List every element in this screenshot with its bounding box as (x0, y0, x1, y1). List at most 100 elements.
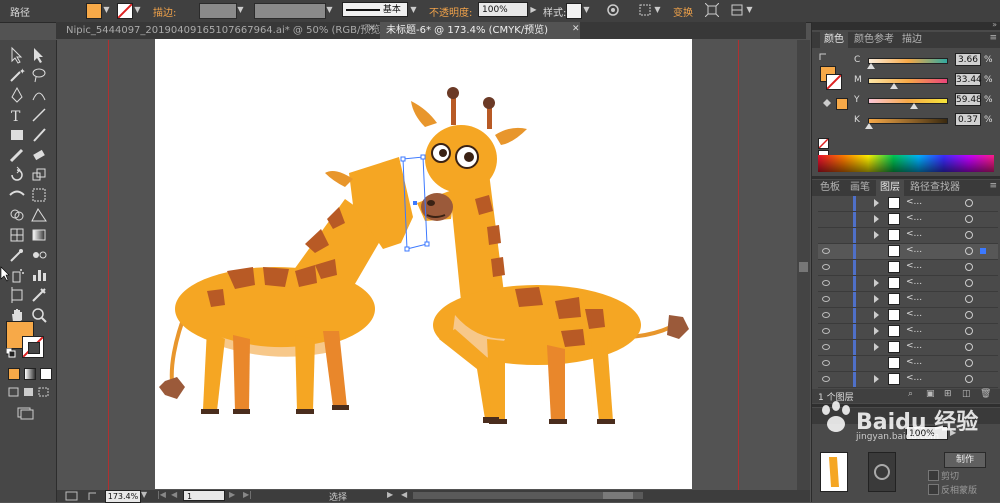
cyan-value[interactable]: 3.66 (955, 53, 981, 66)
expand-arrow-icon[interactable] (874, 199, 879, 207)
target-icon[interactable] (965, 215, 973, 223)
eye-icon[interactable] (822, 264, 830, 270)
graphic-style-swatch[interactable] (566, 3, 582, 19)
chevron-down-icon[interactable]: ▼ (409, 4, 418, 16)
yellow-slider[interactable] (868, 98, 948, 104)
artboard-number-field[interactable]: 1 (183, 490, 225, 501)
layer-row[interactable]: <... (818, 308, 998, 324)
paintbrush-tool-icon[interactable] (30, 126, 48, 144)
layer-row[interactable]: <... (818, 228, 998, 244)
panel-menu-icon[interactable]: ≡ (989, 181, 997, 191)
target-icon[interactable] (965, 231, 973, 239)
tab-pathfinder[interactable]: 路径查找器 (906, 180, 964, 196)
artboard-tool-icon[interactable] (8, 286, 26, 304)
swap-fill-stroke-icon[interactable] (818, 52, 830, 62)
rotate-tool-icon[interactable] (8, 166, 26, 184)
screen-mode-icon[interactable] (16, 406, 36, 420)
panel-collapse-strip[interactable]: » (812, 20, 1000, 30)
selection-tool-icon[interactable] (8, 46, 26, 64)
next-artboard-icon[interactable]: ▶ (229, 490, 235, 499)
eye-icon[interactable] (822, 376, 830, 382)
free-transform-tool-icon[interactable] (30, 186, 48, 204)
chevron-right-icon[interactable]: ▶ (529, 4, 538, 16)
expand-arrow-icon[interactable] (874, 311, 879, 319)
magenta-value[interactable]: 33.44 (955, 73, 982, 86)
expand-arrow-icon[interactable] (874, 279, 879, 287)
expand-arrow-icon[interactable] (874, 215, 879, 223)
close-icon[interactable]: ✕ (368, 24, 376, 34)
target-icon[interactable] (965, 343, 973, 351)
slider-thumb[interactable] (889, 83, 898, 89)
align-icon[interactable] (638, 3, 652, 17)
blend-tool-icon[interactable] (30, 246, 48, 264)
brush-definition-dropdown[interactable]: 基本 (342, 2, 408, 17)
tab-color[interactable]: 颜色 (820, 32, 848, 48)
clip-checkbox[interactable] (928, 470, 939, 481)
target-icon[interactable] (965, 279, 973, 287)
layer-row[interactable]: <... (818, 356, 998, 372)
variable-width-dropdown[interactable] (254, 3, 326, 19)
expand-arrow-icon[interactable] (874, 375, 879, 383)
target-icon[interactable] (965, 327, 973, 335)
artboard-nav-icon[interactable] (65, 491, 79, 501)
none-mode-button[interactable] (40, 368, 52, 380)
transform-link[interactable]: 变换 (673, 4, 693, 19)
layer-row[interactable]: <... (818, 276, 998, 292)
chevron-down-icon[interactable]: ▼ (236, 4, 245, 16)
isolate-icon[interactable] (705, 3, 719, 17)
vertical-scrollbar[interactable] (797, 40, 810, 492)
target-icon[interactable] (965, 375, 973, 383)
opacity-label[interactable]: 不透明度: (429, 4, 472, 19)
chevron-down-icon[interactable]: ▼ (745, 4, 754, 16)
target-icon[interactable] (965, 263, 973, 271)
chevron-down-icon[interactable]: ▼ (133, 4, 142, 16)
artboard[interactable] (155, 39, 692, 489)
color-mode-button[interactable] (8, 368, 20, 380)
scale-tool-icon[interactable] (30, 166, 48, 184)
line-tool-icon[interactable] (30, 106, 48, 124)
layer-row[interactable]: <... (818, 292, 998, 308)
scroll-left-icon[interactable]: ◀ (401, 490, 407, 499)
column-graph-tool-icon[interactable] (30, 266, 48, 284)
make-mask-button[interactable]: 制作 (944, 452, 986, 468)
layer-row-selected[interactable]: <... (818, 244, 998, 260)
stroke-label[interactable]: 描边: (153, 4, 176, 19)
none-swatch[interactable] (818, 138, 829, 149)
expand-arrow-icon[interactable] (874, 327, 879, 335)
eraser-tool-icon[interactable] (30, 146, 48, 164)
black-value[interactable]: 0.37 (955, 113, 981, 126)
eye-icon[interactable] (822, 248, 830, 254)
eye-icon[interactable] (822, 360, 830, 366)
magic-wand-icon[interactable]: ✦ (8, 66, 26, 84)
gradient-mode-button[interactable] (24, 368, 36, 380)
fill-swatch[interactable] (86, 3, 102, 19)
drawing-modes-icon[interactable] (8, 386, 50, 398)
expand-arrow-icon[interactable] (874, 343, 879, 351)
eye-icon[interactable] (822, 280, 830, 286)
stroke-swatch[interactable] (117, 3, 133, 19)
slice-tool-icon[interactable] (30, 286, 48, 304)
chevron-down-icon[interactable]: ▼ (325, 4, 334, 16)
layer-row[interactable]: <... (818, 196, 998, 212)
recolor-artwork-icon[interactable] (606, 3, 620, 17)
pencil-tool-icon[interactable] (8, 146, 26, 164)
trash-icon[interactable]: 🗑 (980, 389, 991, 399)
tab-nipic-document[interactable]: Nipic_5444097_20190409165107667964.ai* @… (60, 22, 384, 39)
eye-icon[interactable] (822, 328, 830, 334)
prev-artboard-icon[interactable]: ◀ (171, 490, 177, 499)
horizontal-scroll-track[interactable] (413, 492, 643, 499)
eye-icon[interactable] (822, 344, 830, 350)
slider-thumb[interactable] (864, 123, 873, 129)
chevron-down-icon[interactable]: ▼ (653, 4, 662, 16)
tab-brushes[interactable]: 画笔 (846, 180, 874, 196)
chevron-down-icon[interactable]: ▼ (141, 490, 147, 499)
slider-thumb[interactable] (910, 103, 919, 109)
chevron-down-icon[interactable]: ▼ (582, 4, 591, 16)
gradient-tool-icon[interactable] (30, 226, 48, 244)
slider-thumb[interactable] (867, 63, 876, 69)
stroke-weight-field[interactable] (199, 3, 237, 19)
width-tool-icon[interactable] (8, 186, 26, 204)
target-icon[interactable] (965, 295, 973, 303)
tab-stroke[interactable]: 描边 (898, 32, 926, 48)
lasso-tool-icon[interactable] (30, 66, 48, 84)
